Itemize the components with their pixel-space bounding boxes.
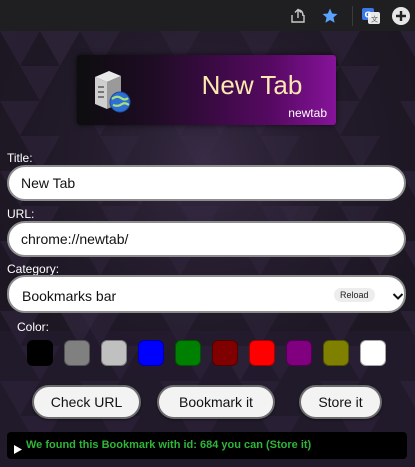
bookmark-popup: New Tab newtab Title: URL: Category: Boo…: [0, 31, 415, 467]
server-globe-icon: [91, 67, 133, 113]
reload-button[interactable]: Reload: [334, 288, 375, 302]
color-swatch-white[interactable]: [360, 340, 386, 366]
check-url-button[interactable]: Check URL: [32, 385, 141, 419]
category-selected-value: Bookmarks bar: [22, 288, 117, 304]
color-swatch-green[interactable]: [175, 340, 201, 366]
title-input[interactable]: [7, 165, 406, 201]
bookmark-star-icon[interactable]: [318, 0, 342, 31]
category-select[interactable]: Bookmarks bar Reload: [7, 275, 406, 313]
toolbar-separator: [352, 6, 353, 26]
color-swatch-maroon[interactable]: [212, 340, 238, 366]
color-swatch-purple[interactable]: [286, 340, 312, 366]
category-label: Category:: [7, 262, 60, 276]
bookmark-it-button[interactable]: Bookmark it: [157, 385, 275, 419]
url-input[interactable]: [7, 221, 406, 257]
color-swatch-olive[interactable]: [323, 340, 349, 366]
title-label: Title:: [7, 151, 33, 165]
store-it-button[interactable]: Store it: [299, 385, 382, 419]
color-swatch-gray[interactable]: [64, 340, 90, 366]
translate-extension-icon[interactable]: G 文: [360, 0, 382, 31]
svg-text:文: 文: [371, 14, 378, 23]
chevron-down-icon: [392, 289, 404, 301]
color-label: Color:: [17, 320, 50, 334]
color-swatch-red[interactable]: [249, 340, 275, 366]
page-banner: New Tab newtab: [77, 55, 336, 125]
status-message: We found this Bookmark with id: 684 you …: [26, 439, 312, 451]
color-swatch-black[interactable]: [27, 340, 53, 366]
url-label: URL:: [7, 207, 35, 221]
browser-toolbar: G 文: [0, 0, 415, 31]
banner-title: New Tab: [201, 70, 303, 100]
share-icon[interactable]: [286, 0, 310, 31]
color-swatch-blue[interactable]: [138, 340, 164, 366]
color-swatch-silver[interactable]: [101, 340, 127, 366]
disclosure-triangle-icon[interactable]: [14, 441, 22, 454]
banner-subtitle: newtab: [288, 106, 327, 120]
add-extension-icon[interactable]: [390, 0, 412, 31]
status-message-bar[interactable]: We found this Bookmark with id: 684 you …: [7, 432, 407, 459]
